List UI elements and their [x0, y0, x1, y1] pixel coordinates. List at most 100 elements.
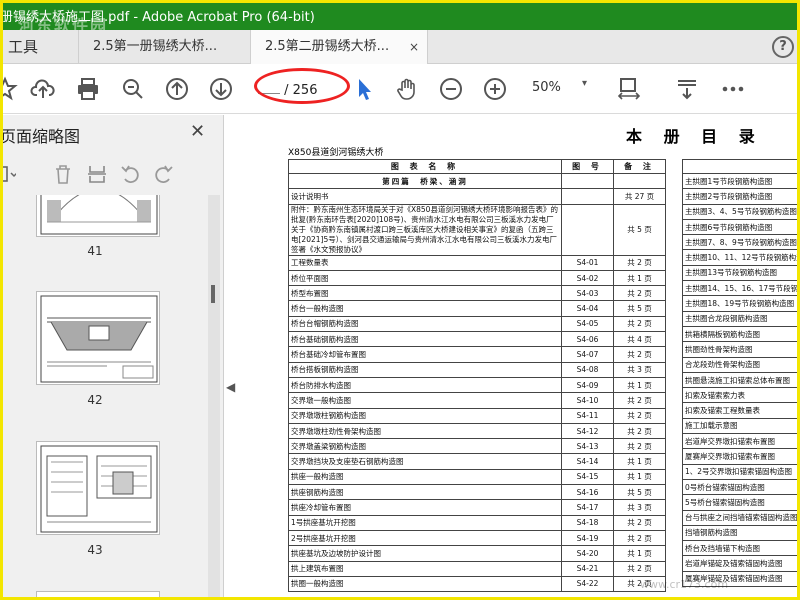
select-cursor-icon[interactable] — [352, 76, 378, 102]
print-icon[interactable] — [75, 76, 101, 102]
table-cell-name: 拱座冷却管布置图 — [288, 499, 562, 516]
zoom-out-icon[interactable] — [438, 76, 464, 102]
table-cell-note: 共 2 页 — [613, 529, 666, 547]
table-row: 桥台防排水构造图 S4-09 共 1 页 — [288, 376, 666, 394]
table-cell-num: S4-10 — [561, 392, 614, 409]
scrollbar-thumb[interactable] — [211, 285, 215, 303]
table-cell-note: 共 1 页 — [613, 453, 666, 470]
table-cell-name: 交界墩盖梁钢筋构造图 — [288, 438, 562, 455]
table-row: 主拱圈13号节段钢筋构造图 — [681, 264, 800, 282]
table-header-row — [681, 159, 800, 174]
table-cell-note: 共 2 页 — [613, 392, 666, 409]
table-cell-name: 拱圈一般构造图 — [288, 575, 562, 593]
table-row: 设计说明书 共 27 页 — [288, 188, 666, 205]
table-cell-note: 共 1 页 — [613, 269, 666, 287]
scroll-mode-icon[interactable] — [674, 76, 700, 102]
zoom-search-icon[interactable] — [120, 76, 146, 102]
tab-document-2-label: 2.5第二册锡绣大桥... — [265, 39, 390, 54]
table-row: 拱座冷却管布置图 S4-17 共 3 页 — [288, 499, 666, 516]
cloud-upload-icon[interactable] — [30, 76, 56, 102]
table-cell-num: S4-18 — [561, 514, 614, 531]
page-thumbnail[interactable] — [36, 441, 160, 535]
table-cell-name: 主拱圈2号节段钢筋构造图 — [681, 188, 800, 205]
tab-tools[interactable]: 工具 — [0, 30, 76, 64]
table-row: 5号桥台锚索锚固构造图 — [681, 494, 800, 511]
title-bar: 册锡绣大桥施工图.pdf - Adobe Acrobat Pro (64-bit… — [0, 0, 800, 35]
table-cell-num: S4-19 — [561, 529, 614, 547]
table-cell-note: 共 2 页 — [613, 514, 666, 531]
table-row: 主拱圈2号节段钢筋构造图 — [681, 188, 800, 205]
table-cell-name: 设计说明书 — [288, 188, 562, 205]
more-options-icon[interactable] — [720, 76, 746, 102]
table-cell-note: 共 2 页 — [613, 254, 666, 271]
options-menu-icon[interactable] — [0, 163, 18, 185]
table-cell-name: 岩道岸锚碇及锚索锚固构造图 — [681, 555, 800, 572]
table-cell-note: 共 2 页 — [613, 407, 666, 424]
rotate-right-icon[interactable] — [152, 163, 174, 185]
table-cell-name: 主拱圈合龙段钢筋构造图 — [681, 310, 800, 327]
table-cell-name: 交界墩墩柱钢筋构造图 — [288, 407, 562, 424]
table-cell-name: 扣索及锚索工程数量表 — [681, 402, 800, 419]
table-cell-num: S4-09 — [561, 376, 614, 394]
table-cell-num: S4-13 — [561, 438, 614, 455]
table-row: 桥型布置图 S4-03 共 2 页 — [288, 285, 666, 302]
table-row: 主拱圈1号节段钢筋构造图 — [681, 172, 800, 190]
zoom-in-icon[interactable] — [482, 76, 508, 102]
table-row: 合龙段劲性骨架构造图 — [681, 356, 800, 373]
previous-page-icon[interactable] — [164, 76, 190, 102]
table-row: 厦赛岸交界墩扣锚索布置图 — [681, 448, 800, 465]
table-cell-name: 主拱圈6号节段钢筋构造图 — [681, 218, 800, 236]
table-cell-name: 主拱圈10、11、12号节段钢筋构造图 — [681, 249, 800, 266]
next-page-icon[interactable] — [208, 76, 234, 102]
table-cell-name: 合龙段劲性骨架构造图 — [681, 356, 800, 373]
page-thumbnail[interactable] — [36, 291, 160, 385]
table-cell-note: 共 2 页 — [613, 438, 666, 455]
thumbnail-scrollbar[interactable] — [208, 195, 220, 600]
close-panel-icon[interactable]: ✕ — [190, 121, 205, 142]
tab-document-1[interactable]: 2.5第一册锡绣大桥... — [78, 30, 248, 64]
table-row: 岩道岸交界墩扣锚索布置图 — [681, 433, 800, 450]
table-cell-name: 交界墩墩柱劲性骨架构造图 — [288, 422, 562, 440]
hand-tool-icon[interactable] — [394, 76, 420, 102]
thumbnail-list: 41 42 43 — [0, 195, 206, 600]
table-cell-name: 拱上建筑布置图 — [288, 560, 562, 577]
toolbar: / 256 50% ▾ — [0, 64, 800, 114]
table-cell-name: 桥台防排水构造图 — [288, 376, 562, 394]
table-row: 1号拱座基坑开挖图 S4-18 共 2 页 — [288, 514, 666, 531]
close-tab-button[interactable]: × — [409, 30, 419, 64]
panel-title: 页面缩略图 — [0, 127, 81, 146]
table-cell-name: 5号桥台锚索锚固构造图 — [681, 494, 800, 511]
zoom-level-select[interactable]: 50% ▾ — [532, 78, 596, 100]
table-cell-name: 0号桥台锚索锚固构造图 — [681, 478, 800, 496]
table-row: 岩道岸锚碇及锚索锚固构造图 — [681, 555, 800, 572]
delete-icon[interactable] — [52, 163, 74, 185]
extract-page-icon[interactable] — [86, 163, 108, 185]
rotate-left-icon[interactable] — [120, 163, 142, 185]
help-button[interactable]: ? — [772, 36, 794, 58]
star-icon[interactable] — [0, 76, 18, 102]
table-row: 0号桥台锚索锚固构造图 — [681, 478, 800, 496]
table-row: 拱上建筑布置图 S4-21 共 2 页 — [288, 560, 666, 577]
page-thumbnail[interactable] — [36, 195, 160, 237]
table-cell-num: S4-14 — [561, 453, 614, 470]
page-thumbnail[interactable] — [36, 591, 160, 600]
table-row: 主拱圈18、19号节段钢筋构造图 — [681, 295, 800, 312]
table-cell-note: 共 2 页 — [613, 315, 666, 333]
thumbnail-page-number: 42 — [87, 393, 103, 407]
table-cell-note: 共 5 页 — [613, 300, 666, 317]
table-cell-name: 主拱圈7、8、9号节段钢筋构造图 — [681, 234, 800, 251]
table-cell-name: 拱座钢筋构造图 — [288, 484, 562, 501]
table-cell-num — [561, 188, 614, 205]
table-cell-num: S4-04 — [561, 300, 614, 317]
table-cell-name: 交界墩一般构造图 — [288, 392, 562, 409]
table-cell-num: S4-22 — [561, 575, 614, 593]
table-row: 拱圈劲性骨架构造图 — [681, 341, 800, 358]
table-cell-name: 厦赛岸交界墩扣锚索布置图 — [681, 448, 800, 465]
fit-page-icon[interactable] — [616, 76, 642, 102]
collapse-panel-icon[interactable]: ◀ — [226, 380, 235, 394]
table-cell-num: S4-02 — [561, 269, 614, 287]
table-cell-num: S4-05 — [561, 315, 614, 333]
table-row: 桥台基础钢筋构造图 S4-06 共 4 页 — [288, 331, 666, 348]
table-row: 主拱圈10、11、12号节段钢筋构造图 — [681, 249, 800, 266]
tab-document-2[interactable]: 2.5第二册锡绣大桥... × — [250, 30, 428, 64]
